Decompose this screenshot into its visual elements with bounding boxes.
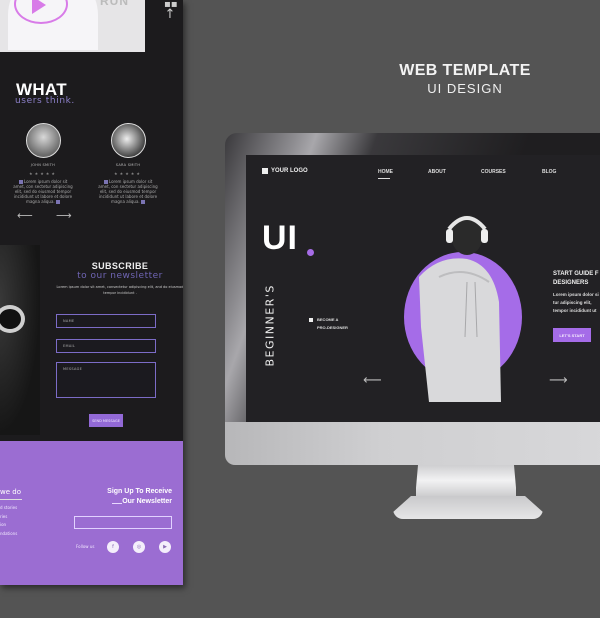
model-photo — [0, 245, 40, 435]
prev-arrow-icon[interactable]: ⟵ — [17, 209, 33, 222]
accent-dot — [307, 249, 314, 256]
nav-courses[interactable]: COURSES — [481, 169, 506, 175]
guide-description: Lorem ipsum dolor si tur adipiscing elit… — [553, 292, 599, 313]
rating-stars: ★★★★★ — [114, 171, 142, 176]
arrow-up-icon[interactable]: ↑ — [164, 8, 176, 21]
divider — [0, 499, 22, 500]
footer-link[interactable]: d stories — [0, 504, 17, 513]
long-page-mockup: RUN ▪▪ ↑ WHAT users think. JOHN SMITH ★★… — [0, 0, 183, 585]
nav-home[interactable]: HOME — [378, 169, 393, 179]
headline-title: WEB TEMPLATE — [399, 62, 531, 79]
prev-slide-arrow-icon[interactable]: ⟵ — [363, 373, 382, 388]
footer-link[interactable]: ion — [0, 521, 17, 530]
headline-subtitle: UI DESIGN — [427, 81, 503, 96]
signup-heading: Sign Up To Receive Our Newsletter — [107, 488, 172, 505]
testimonials-subtitle: users think. — [15, 96, 75, 106]
testimonial-card: JOHN SMITH ★★★★★ Lorem ipsum dolor sit a… — [13, 123, 73, 204]
hero-tagline: BECOME A PRO-DESIGNER — [317, 317, 348, 330]
divider — [112, 503, 122, 504]
instagram-icon[interactable]: ◎ — [133, 541, 145, 553]
email-input[interactable]: EMAIL — [56, 339, 156, 353]
testimonial-name: JOHN SMITH — [30, 163, 56, 167]
avatar — [110, 123, 146, 158]
youtube-icon[interactable]: ▶ — [159, 541, 171, 553]
logo-icon — [262, 168, 268, 174]
subscribe-subtitle: to our newsletter — [77, 271, 163, 281]
name-input[interactable]: NAME — [56, 314, 156, 328]
hero-image: RUN — [0, 0, 145, 52]
site-logo[interactable]: YOUR LOGO — [262, 168, 308, 174]
footer — [0, 441, 183, 585]
footer-link[interactable]: ries — [0, 513, 17, 522]
next-slide-arrow-icon[interactable]: ⟶ — [549, 373, 568, 388]
send-message-button[interactable]: SEND MESSAGE — [89, 414, 123, 427]
monitor-screen: YOUR LOGO HOME ABOUT COURSES BLOG UI BEG… — [246, 155, 600, 422]
monitor-stand-base — [393, 496, 543, 519]
hero-vertical-text: BEGINNER'S — [263, 284, 277, 367]
rating-stars: ★★★★★ — [29, 171, 57, 176]
next-arrow-icon[interactable]: ⟶ — [56, 209, 72, 222]
hero-title: UI — [262, 219, 298, 257]
guide-title: START GUIDE F DESIGNERS — [553, 271, 599, 286]
monitor-chin — [225, 422, 600, 465]
hero-person-image — [419, 215, 501, 402]
testimonial-text: Lorem ipsum dolor sit amet, con sectetur… — [13, 179, 73, 204]
bullet-icon — [309, 318, 313, 322]
nav-blog[interactable]: BLOG — [542, 169, 556, 175]
hero-ghost-text: RUN — [100, 0, 129, 8]
avatar — [25, 123, 61, 158]
testimonial-card: SARA SMITH ★★★★★ Lorem ipsum dolor sit a… — [98, 123, 158, 204]
what-we-do-list: d stories ries ion ndations — [0, 504, 17, 538]
testimonial-text: Lorem ipsum dolor sit amet, con sectetur… — [98, 179, 158, 204]
what-we-do-title: we do — [0, 488, 21, 496]
subscribe-title: SUBSCRIBE — [91, 261, 149, 271]
quote-close-icon — [55, 200, 60, 204]
play-icon[interactable] — [32, 0, 46, 14]
follow-label: Follow us — [76, 544, 95, 549]
message-textarea[interactable]: MESSAGE — [56, 362, 156, 398]
nav-about[interactable]: ABOUT — [428, 169, 446, 175]
quote-close-icon — [140, 200, 145, 204]
subscribe-description: Lorem ipsum dolor sit amet, consectetur … — [56, 285, 183, 295]
testimonial-name: SARA SMITH — [115, 163, 141, 167]
lets-start-button[interactable]: LET'S START — [553, 328, 591, 342]
side-icons: ▪▪ ↑ — [164, 0, 178, 21]
footer-link[interactable]: ndations — [0, 530, 17, 539]
newsletter-email-input[interactable] — [74, 516, 172, 529]
facebook-icon[interactable]: f — [107, 541, 119, 553]
